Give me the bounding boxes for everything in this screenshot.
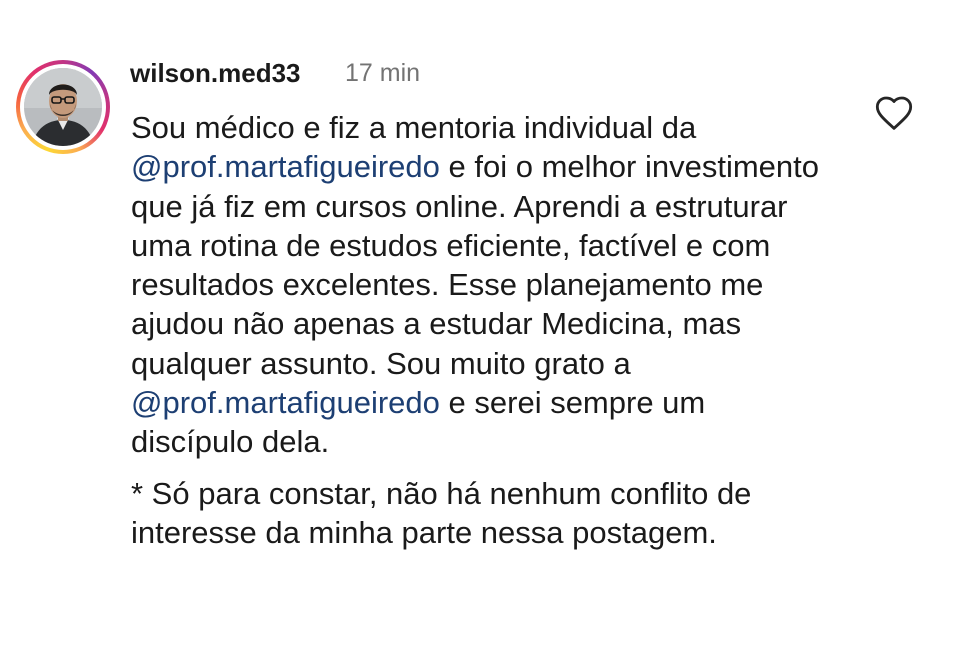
comment-note: * Só para constar, não há nenhum conflit… [131,475,752,550]
story-ring[interactable] [16,60,110,154]
avatar[interactable] [24,68,102,146]
like-button[interactable] [874,94,914,132]
mention-link[interactable]: @prof.martafigueiredo [131,149,440,184]
comment-timestamp: 17 min [345,59,421,87]
user-avatar-photo [24,68,102,146]
comment-item: wilson.med33 17 min Sou médico e fiz a m… [0,0,962,650]
comment-username[interactable]: wilson.med33 [130,58,301,89]
comment-body: Sou médico e fiz a mentoria individual d… [131,108,831,552]
comment-main-text: Sou médico e fiz a mentoria individual d… [131,108,831,462]
mention-link[interactable]: @prof.martafigueiredo [131,385,440,420]
comment-text-part: Sou médico e fiz a mentoria individual d… [131,110,697,145]
heart-outline-icon [875,96,913,130]
